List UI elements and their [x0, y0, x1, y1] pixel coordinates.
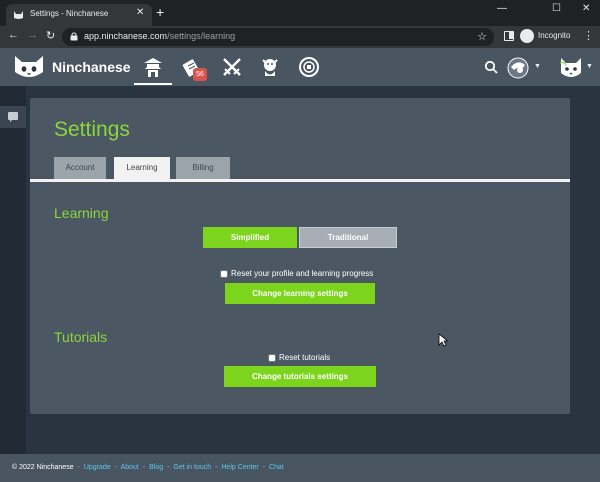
brand-name: Ninchanese	[52, 59, 131, 75]
window-close-button[interactable]: ✕	[582, 3, 590, 14]
chat-icon[interactable]	[0, 106, 26, 128]
dragon-icon[interactable]	[259, 56, 281, 78]
tab-account[interactable]: Account	[54, 157, 106, 179]
change-tutorials-settings-button[interactable]: Change tutorials settings	[224, 366, 376, 387]
learning-heading: Learning	[54, 205, 109, 221]
copyright: © 2022 Ninchanese	[12, 464, 74, 471]
app-header: Ninchanese 56 ▼ ▼	[0, 48, 600, 86]
change-learning-settings-button[interactable]: Change learning settings	[225, 283, 375, 304]
url-text: app.ninchanese.com/settings/learning	[84, 31, 236, 41]
back-icon[interactable]: ←	[8, 29, 19, 41]
settings-panel: Settings Account Learning Billing Learni…	[30, 98, 570, 414]
browser-toolbar: ← → ↻ app.ninchanese.com/settings/learni…	[0, 26, 600, 48]
cat-avatar-icon[interactable]	[558, 54, 584, 80]
tutorials-heading: Tutorials	[54, 329, 108, 345]
reset-tutorials-label: Reset tutorials	[279, 353, 331, 362]
forward-icon[interactable]: →	[27, 29, 38, 41]
reset-tutorials-checkbox[interactable]	[268, 353, 276, 362]
new-tab-button[interactable]: +	[156, 4, 164, 20]
mouse-cursor-icon	[438, 333, 448, 347]
footer-link-chat[interactable]: Chat	[269, 464, 284, 471]
reset-tutorials-row: Reset tutorials	[268, 353, 330, 362]
tab-learning[interactable]: Learning	[114, 157, 170, 179]
browser-menu-icon[interactable]: ⋮	[583, 29, 594, 42]
footer-link-help-center[interactable]: Help Center	[221, 464, 258, 471]
avatar-icon[interactable]	[507, 57, 529, 79]
address-bar[interactable]: app.ninchanese.com/settings/learning ☆	[62, 28, 494, 46]
window-maximize-button[interactable]: ☐	[552, 3, 561, 14]
cat-logo-icon[interactable]	[12, 54, 46, 80]
search-icon[interactable]	[484, 60, 498, 74]
lock-icon	[70, 32, 78, 41]
reset-progress-label: Reset your profile and learning progress	[231, 269, 374, 278]
notification-badge: 56	[193, 68, 207, 81]
footer-link-blog[interactable]: Blog	[149, 464, 163, 471]
incognito-icon[interactable]	[520, 29, 534, 43]
simplified-button[interactable]: Simplified	[203, 227, 297, 248]
tab-billing[interactable]: Billing	[176, 157, 230, 179]
tab-divider	[30, 179, 570, 182]
page-title: Settings	[54, 118, 130, 141]
chevron-down-icon[interactable]: ▼	[534, 63, 541, 70]
footer-link-about[interactable]: About	[121, 464, 139, 471]
active-nav-indicator	[134, 83, 172, 85]
left-sidebar	[0, 86, 26, 454]
browser-tab[interactable]: Settings - Ninchanese ✕	[6, 4, 152, 26]
side-panel-icon[interactable]	[504, 31, 514, 41]
reload-icon[interactable]: ↻	[46, 29, 55, 42]
footer-link-upgrade[interactable]: Upgrade	[84, 464, 111, 471]
chevron-down-icon[interactable]: ▼	[586, 63, 593, 70]
browser-tab-bar: Settings - Ninchanese ✕ + — ☐ ✕	[0, 0, 600, 26]
coin-icon[interactable]	[298, 56, 320, 78]
dojo-icon[interactable]	[142, 56, 164, 78]
footer-text: © 2022 Ninchanese - Upgrade - About - Bl…	[12, 464, 284, 471]
reset-progress-row: Reset your profile and learning progress	[220, 269, 373, 278]
battle-swords-icon[interactable]	[221, 56, 243, 78]
footer: © 2022 Ninchanese - Upgrade - About - Bl…	[0, 454, 600, 482]
reset-progress-checkbox[interactable]	[220, 269, 228, 278]
tab-close-icon[interactable]: ✕	[136, 7, 144, 18]
footer-link-get-in-touch[interactable]: Get in touch	[173, 464, 211, 471]
window-minimize-button[interactable]: —	[497, 3, 507, 14]
traditional-button[interactable]: Traditional	[299, 227, 397, 248]
bookmark-star-icon[interactable]: ☆	[477, 30, 487, 43]
tab-title: Settings - Ninchanese	[30, 9, 109, 18]
profile-label: Incognito	[538, 31, 571, 40]
cat-favicon-icon	[14, 11, 23, 19]
